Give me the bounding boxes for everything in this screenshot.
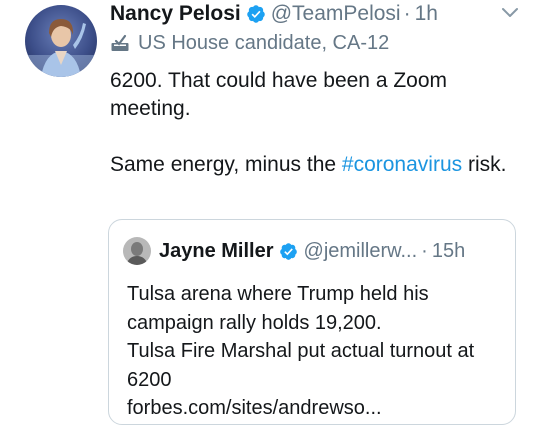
author-display-name[interactable]: Nancy Pelosi — [110, 2, 241, 26]
quoted-tweet-body: Tulsa arena where Trump held his campaig… — [127, 280, 507, 423]
quoted-tweet[interactable]: Jayne Miller @jemillerw... · 15h Tulsa a… — [108, 219, 516, 425]
tweet-timestamp[interactable]: 1h — [415, 2, 438, 26]
ballot-box-icon — [111, 34, 129, 51]
tweet-text-suffix: risk. — [462, 153, 507, 176]
tweet-text-line: 6200. That could have been a Zoom meetin… — [110, 69, 448, 120]
author-handle[interactable]: @TeamPelosi — [271, 2, 401, 26]
quoted-tweet-timestamp[interactable]: 15h — [432, 240, 465, 263]
verified-badge-icon — [246, 5, 265, 23]
tweet-text-line: Same energy, minus the #coronavirus risk… — [110, 151, 510, 179]
tweet-body: 6200. That could have been a Zoom meetin… — [110, 67, 510, 179]
hashtag-link[interactable]: #coronavirus — [342, 153, 462, 176]
profile-photo-icon — [25, 5, 97, 77]
separator-dot: · — [403, 2, 411, 25]
quoted-tweet-line: Tulsa Fire Marshal put actual turnout at… — [127, 340, 475, 391]
quoted-tweet-line: Tulsa arena where Trump held his campaig… — [127, 283, 429, 334]
separator-dot: · — [421, 239, 428, 262]
tweet-text-prefix: Same energy, minus the — [110, 153, 342, 176]
profile-photo-icon — [123, 237, 151, 265]
quoted-tweet-header: Jayne Miller @jemillerw... · 15h — [123, 236, 465, 266]
chevron-down-icon[interactable] — [500, 6, 520, 20]
quoted-tweet-link[interactable]: forbes.com/sites/andrewso... — [127, 394, 507, 423]
verified-badge-icon — [279, 242, 297, 260]
quoted-author-display-name[interactable]: Jayne Miller — [159, 240, 274, 263]
author-avatar[interactable] — [25, 5, 97, 77]
tweet-header: Nancy Pelosi @TeamPelosi · 1h — [110, 0, 438, 28]
quoted-author-handle[interactable]: @jemillerw... — [304, 240, 418, 263]
candidate-label-text: US House candidate, CA-12 — [138, 31, 390, 54]
quoted-author-avatar[interactable] — [123, 237, 151, 265]
candidate-label: US House candidate, CA-12 — [110, 30, 389, 56]
